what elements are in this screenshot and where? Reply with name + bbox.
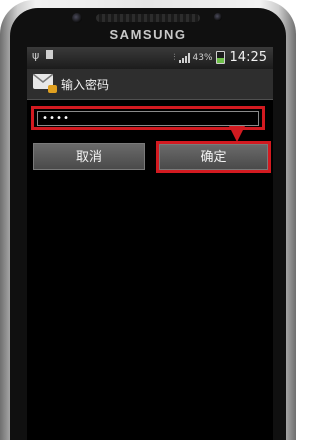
ok-button[interactable]: 确定 [159,144,268,170]
pointer-arrow-icon [229,126,245,142]
dialog-title: 输入密码 [61,78,110,92]
status-bar: ψ ⫶ 43% 14:25 [27,47,273,69]
battery-percent: 43% [192,52,213,63]
vibrate-icon: ⫶ [173,52,176,63]
proximity-sensor [214,13,222,21]
brand-logo: SAMSUNG [109,27,187,42]
battery-icon [215,51,225,64]
phone-frame: SAMSUNG ψ ⫶ 43% 14:25 输入密码 •••• 取消 确定 [0,0,296,440]
earpiece-speaker [96,14,200,22]
status-time: 14:25 [229,50,267,65]
password-input[interactable]: •••• [37,111,259,126]
screen: ψ ⫶ 43% 14:25 输入密码 •••• 取消 确定 [27,47,273,440]
sd-card-icon [45,50,53,59]
front-camera [72,13,82,23]
cancel-button[interactable]: 取消 [33,143,145,170]
status-left-icons: ψ [32,49,53,62]
dialog-title-bar: 输入密码 [27,69,273,100]
status-right: ⫶ 43% 14:25 [173,50,267,65]
mail-lock-icon [33,74,57,93]
usb-icon: ψ [32,49,40,62]
signal-icon [178,52,190,63]
